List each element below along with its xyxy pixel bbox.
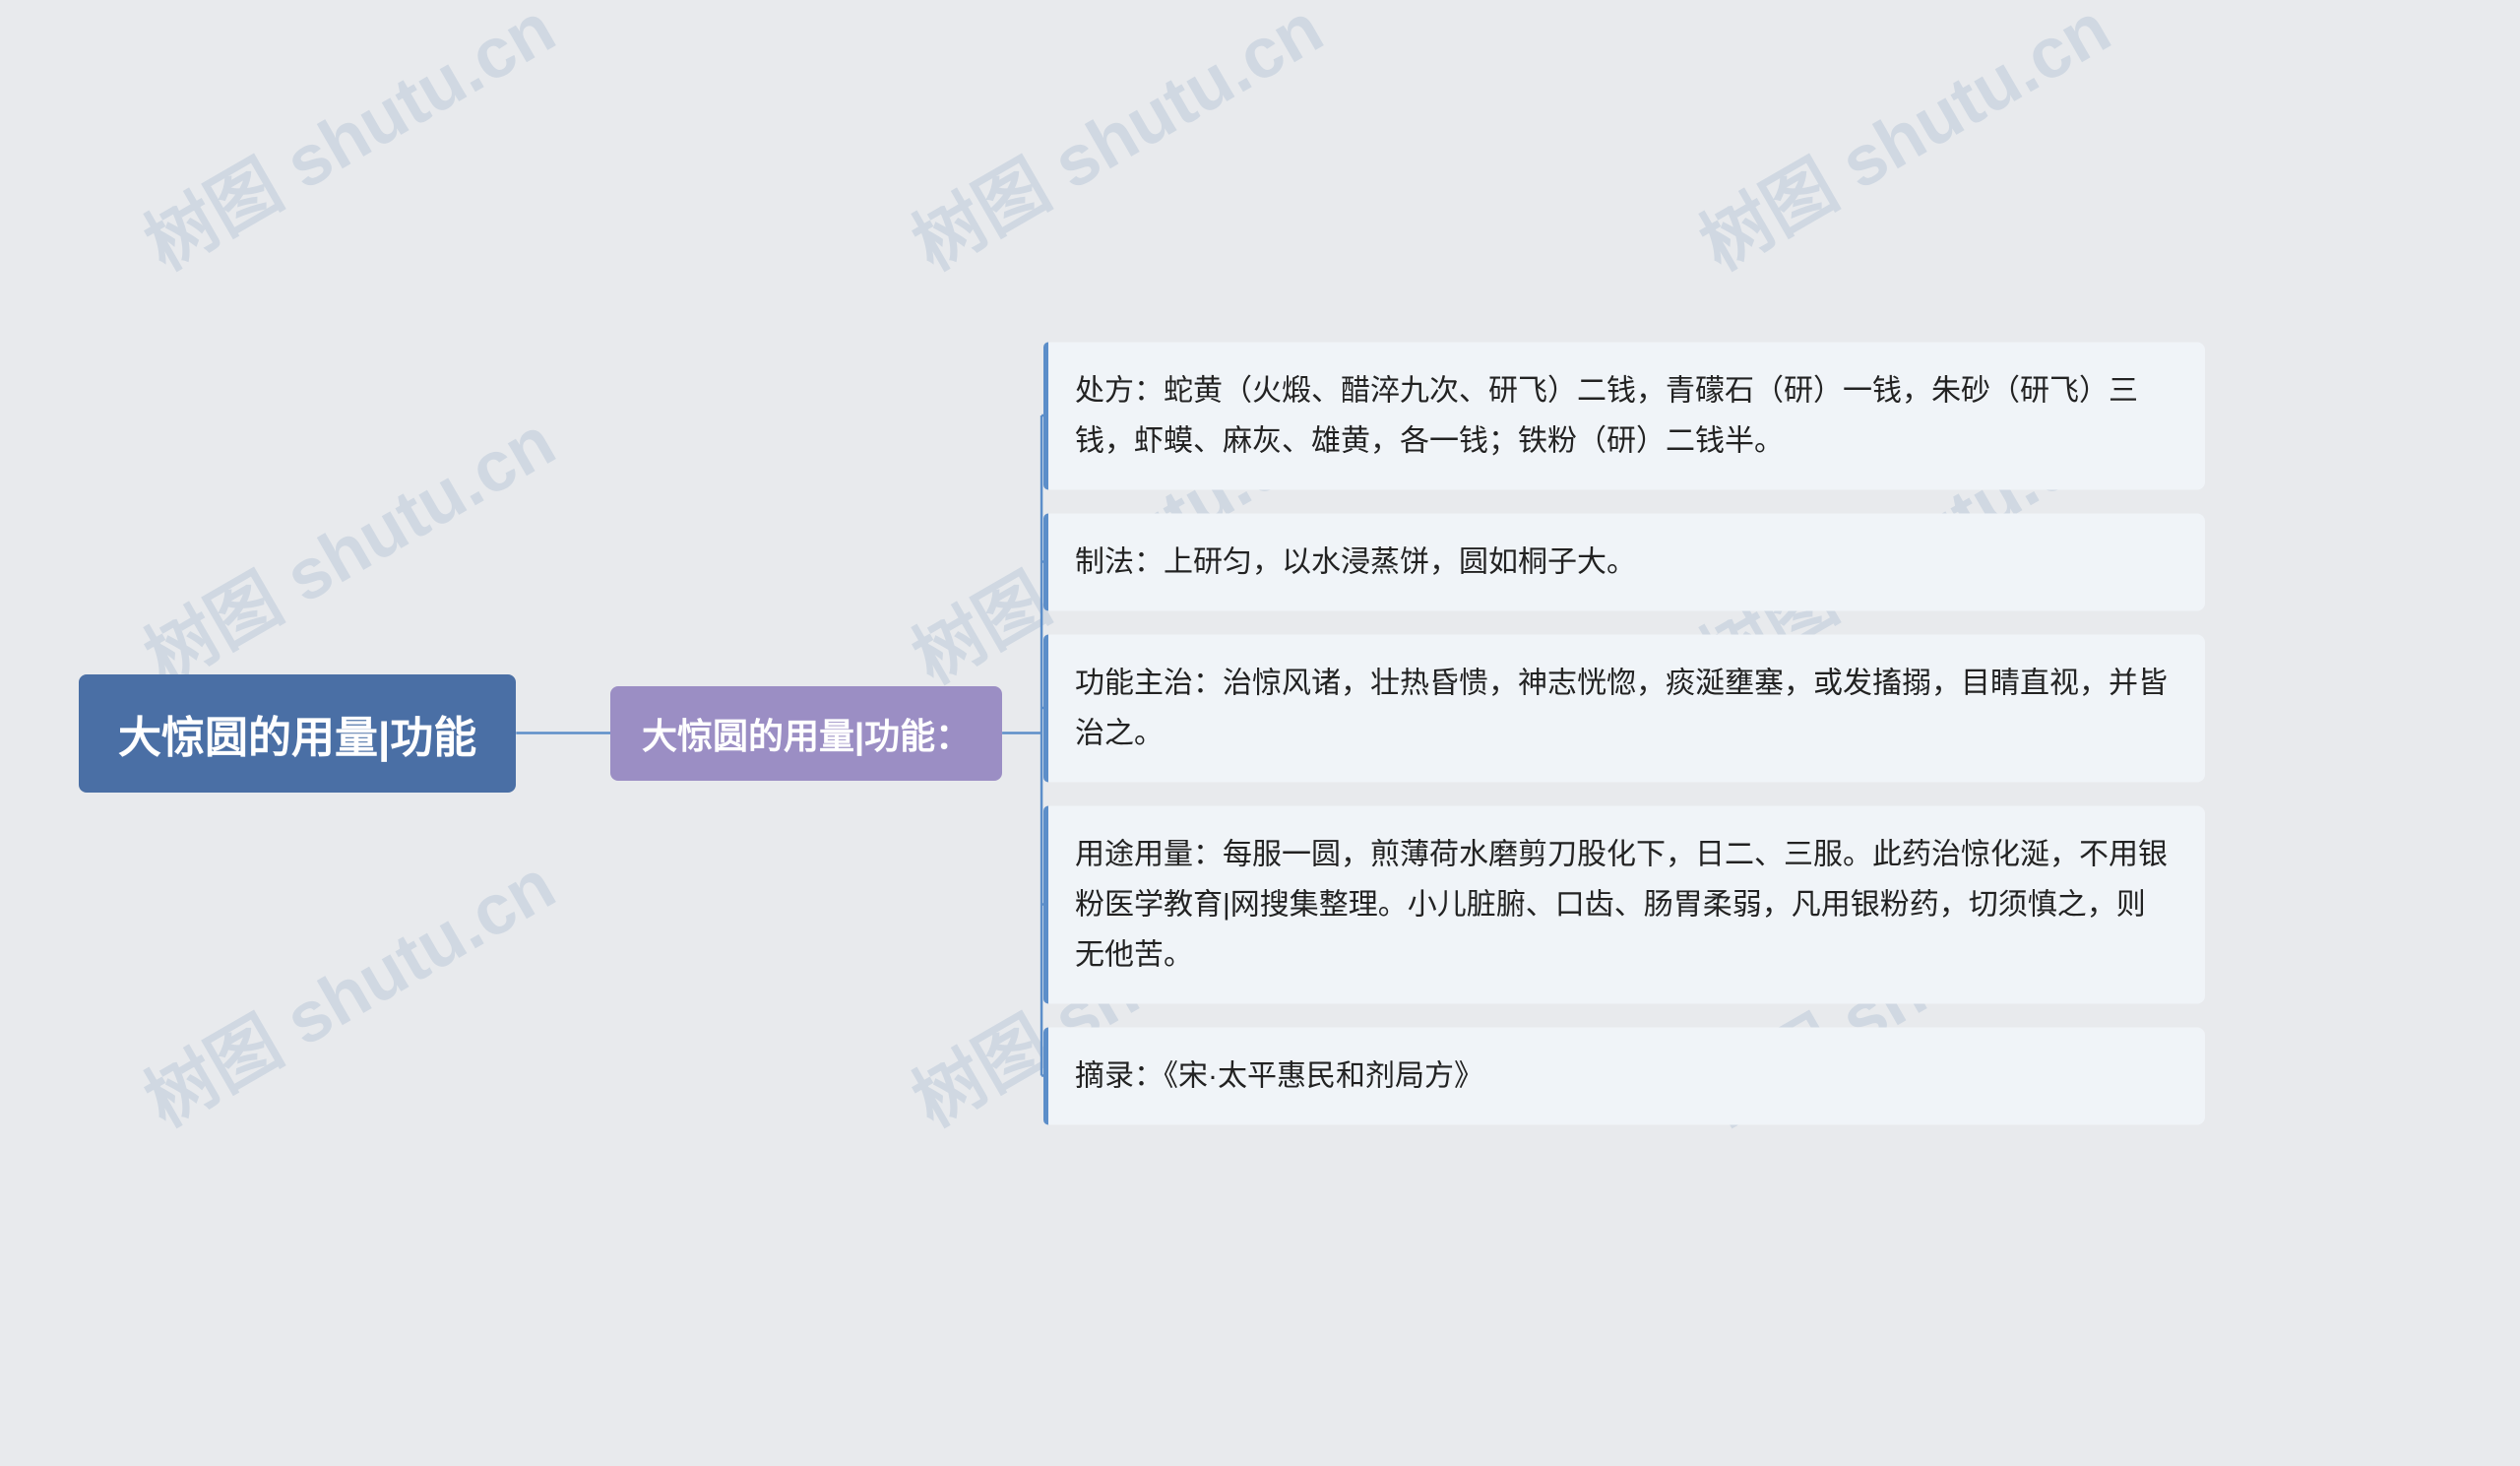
second-level-node: 大惊圆的用量|功能： (610, 686, 1002, 781)
watermark-2: 树图 shutu.cn (891, 0, 1338, 289)
leaf-node-dosage: 用途用量：每服一圆，煎薄荷水磨剪刀股化下，日二、三服。此药治惊化涎，不用银粉医学… (1043, 805, 2205, 1003)
leaf-text-2: 功能主治：治惊风诸，壮热昏愦，神志恍惚，痰涎壅塞，或发搐搦，目睛直视，并皆治之。 (1075, 667, 2168, 749)
leaf-node-function: 功能主治：治惊风诸，壮热昏愦，神志恍惚，痰涎壅塞，或发搐搦，目睛直视，并皆治之。 (1043, 634, 2205, 782)
watermark-7: 树图 shutu.cn (123, 828, 570, 1146)
leaf-text-1: 制法：上研匀，以水浸蒸饼，圆如桐子大。 (1075, 545, 1636, 578)
leaf-text-4: 摘录：《宋·太平惠民和剂局方》 (1075, 1059, 1483, 1092)
watermark-3: 树图 shutu.cn (1678, 0, 2125, 289)
watermark-1: 树图 shutu.cn (123, 0, 570, 289)
leaf-node-preparation: 制法：上研匀，以水浸蒸饼，圆如桐子大。 (1043, 513, 2205, 610)
root-node: 大惊圆的用量|功能 (79, 674, 516, 793)
watermark-4: 树图 shutu.cn (123, 385, 570, 703)
leaf-node-prescription: 处方：蛇黄（火煅、醋淬九次、研飞）二钱，青礞石（研）一钱，朱砂（研飞）三钱，虾蟆… (1043, 342, 2205, 489)
leaf-text-3: 用途用量：每服一圆，煎薄荷水磨剪刀股化下，日二、三服。此药治惊化涎，不用银粉医学… (1075, 838, 2168, 971)
leaf-nodes-container: 处方：蛇黄（火煅、醋淬九次、研飞）二钱，青礞石（研）一钱，朱砂（研飞）三钱，虾蟆… (1043, 342, 2205, 1124)
leaf-text-0: 处方：蛇黄（火煅、醋淬九次、研飞）二钱，青礞石（研）一钱，朱砂（研飞）三钱，虾蟆… (1075, 374, 2138, 457)
leaf-node-source: 摘录：《宋·太平惠民和剂局方》 (1043, 1027, 2205, 1124)
